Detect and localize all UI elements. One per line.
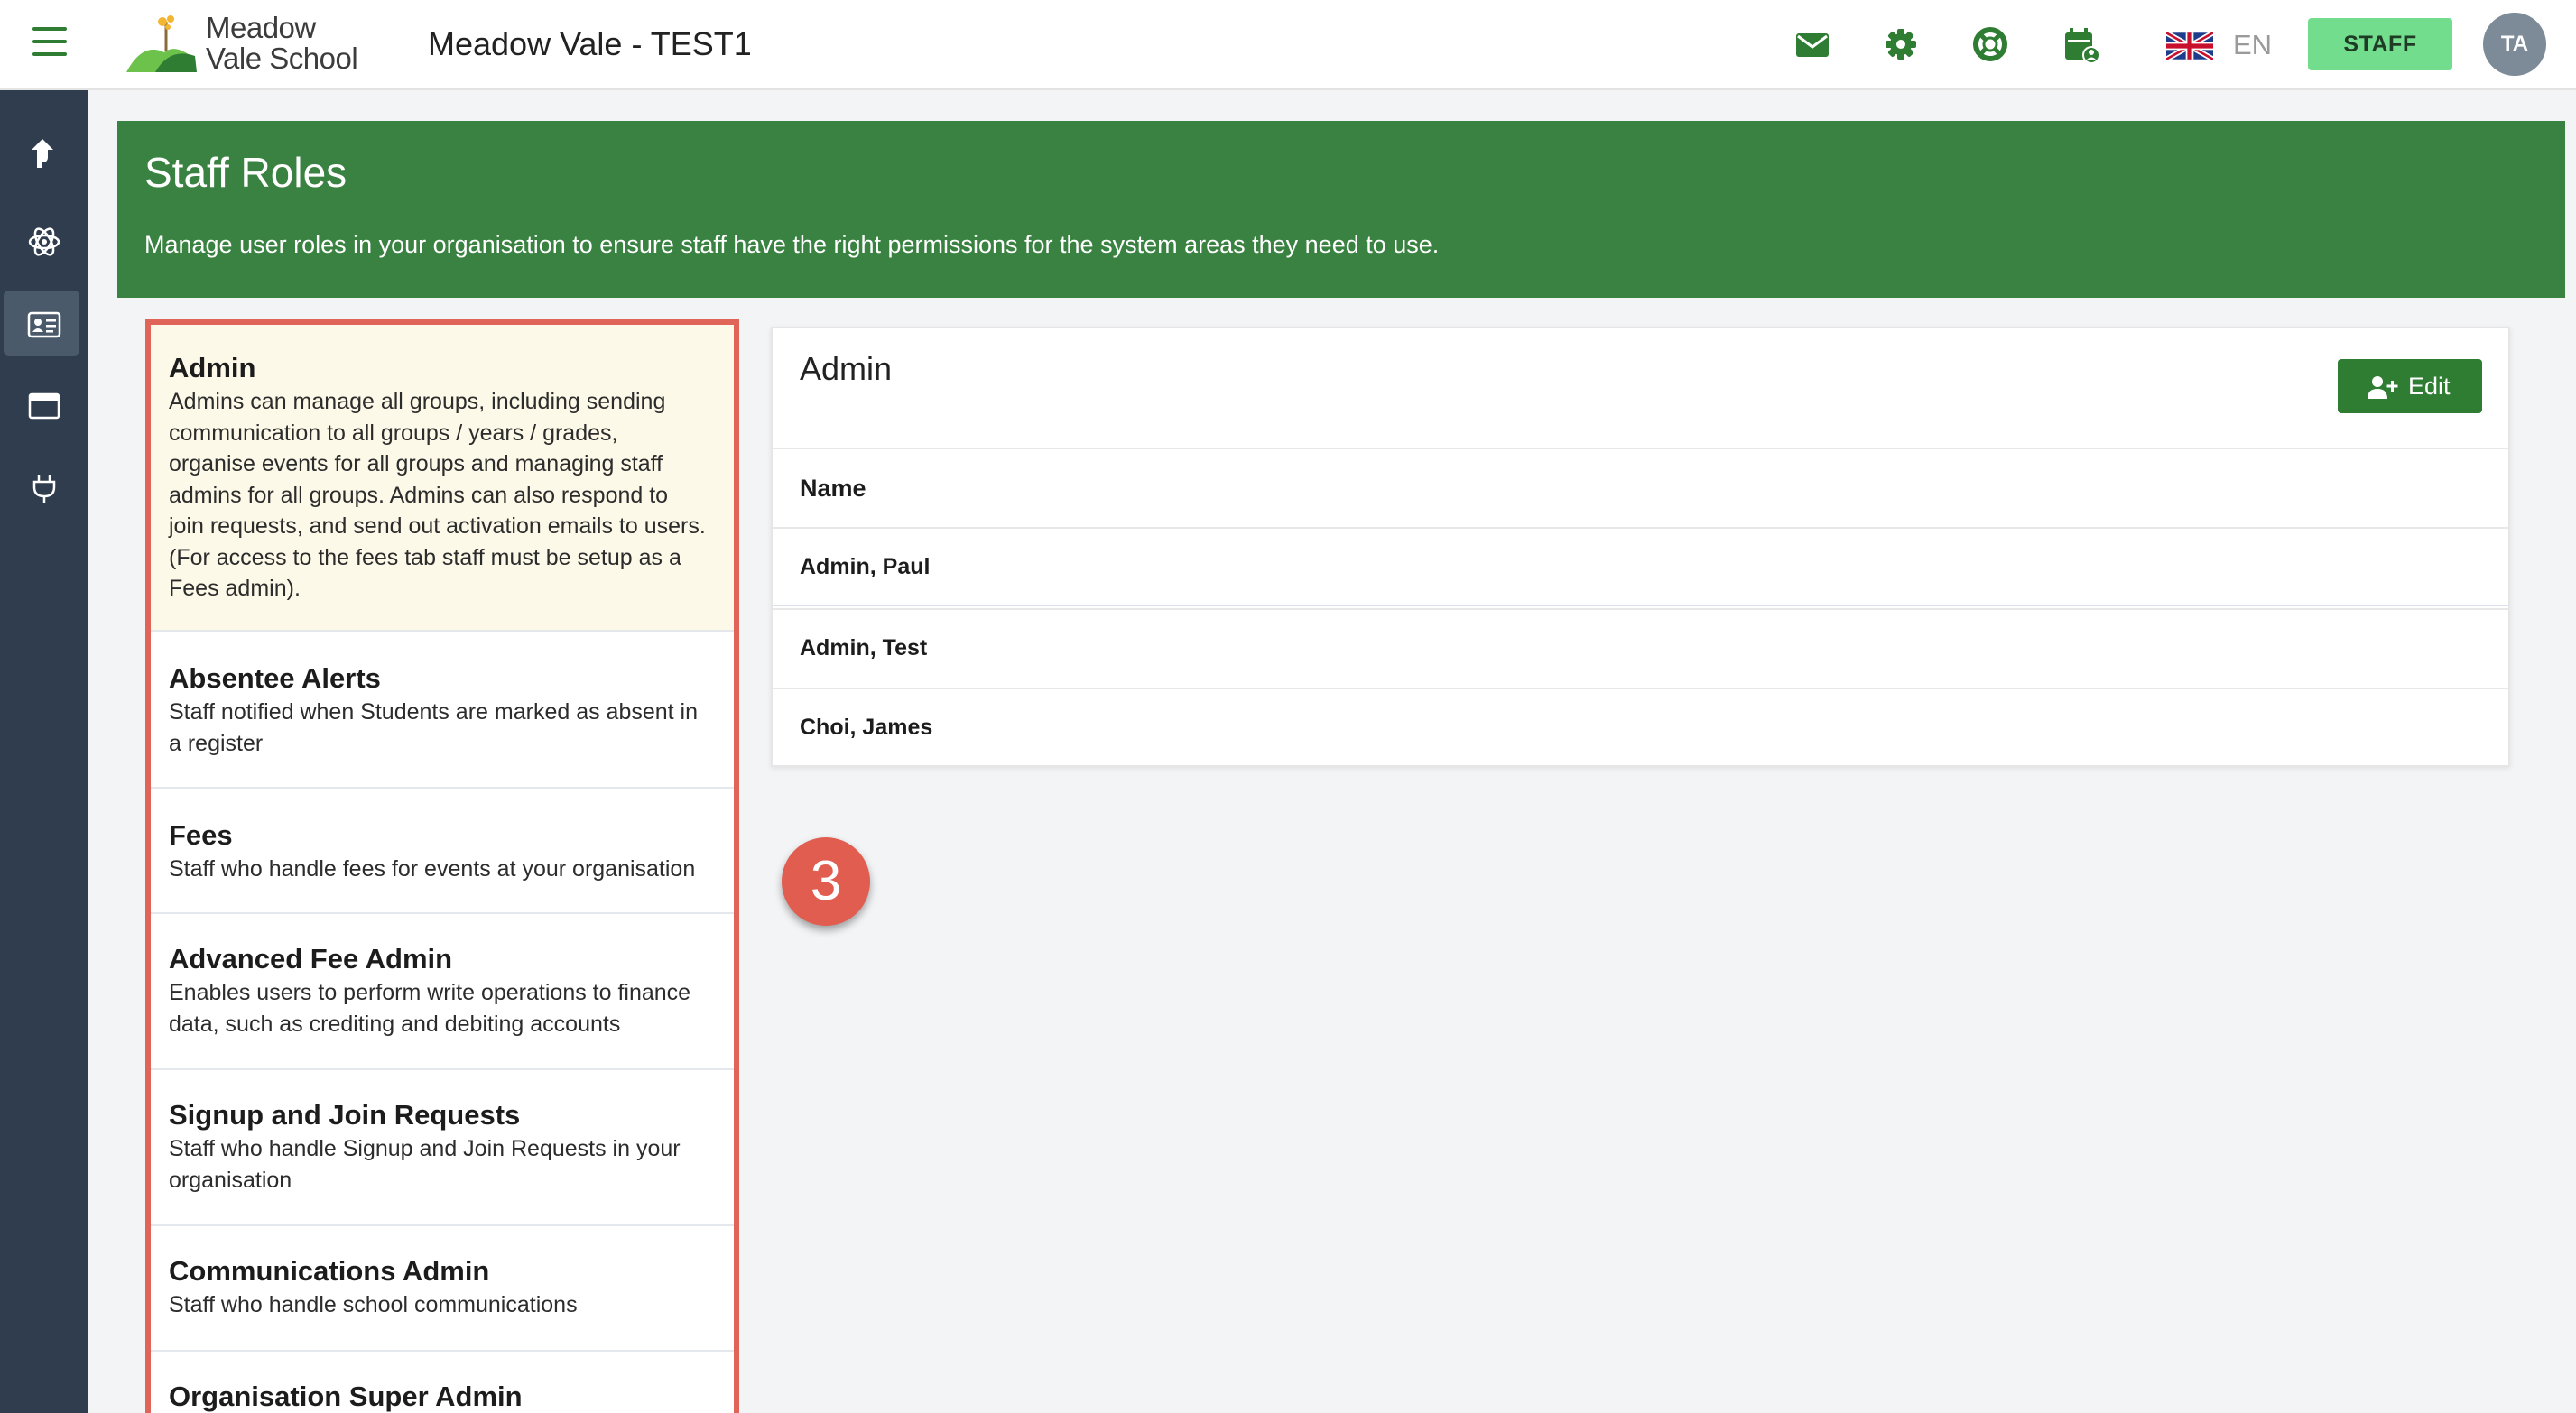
role-name: Advanced Fee Admin [169, 943, 453, 974]
role-name: Admin [169, 352, 256, 383]
role-item-signup-join-requests[interactable]: Signup and Join Requests Staff who handl… [151, 1070, 734, 1226]
nav-plugins-item[interactable] [0, 455, 88, 520]
role-description: Staff notified when Students are marked … [169, 699, 699, 756]
role-name: Organisation Super Admin [169, 1381, 523, 1412]
role-description: Admins can manage all groups, including … [169, 389, 706, 601]
uk-flag-icon [2166, 32, 2213, 60]
staff-mode-button[interactable]: STAFF [2308, 18, 2452, 70]
role-detail-title: Admin [800, 350, 893, 387]
plug-icon [32, 475, 56, 503]
lifebuoy-icon[interactable] [1971, 25, 2009, 63]
role-item-absentee-alerts[interactable]: Absentee Alerts Staff notified when Stud… [151, 632, 734, 789]
role-description: Enables users to perform write operation… [169, 980, 691, 1037]
column-header-name: Name [800, 475, 866, 502]
roles-list-highlight: Admin Admins can manage all groups, incl… [145, 319, 739, 1413]
role-item-admin[interactable]: Admin Admins can manage all groups, incl… [151, 325, 734, 632]
table-row[interactable]: Choi, James [773, 688, 2508, 767]
role-detail-card: Admin Edit Name Admin, Paul Admin, Test … [771, 327, 2510, 767]
page-header: Staff Roles Manage user roles in your or… [117, 121, 2565, 298]
language-code: EN [2233, 29, 2273, 60]
table-row[interactable]: Admin, Paul [773, 527, 2508, 606]
role-name: Communications Admin [169, 1255, 490, 1287]
role-item-communications-admin[interactable]: Communications Admin Staff who handle sc… [151, 1226, 734, 1352]
edit-role-button[interactable]: Edit [2338, 359, 2482, 413]
page-description: Manage user roles in your organisation t… [144, 231, 1440, 258]
role-name: Fees [169, 819, 233, 851]
role-name: Absentee Alerts [169, 662, 381, 694]
role-item-fees[interactable]: Fees Staff who handle fees for events at… [151, 789, 734, 914]
user-avatar[interactable]: TA [2483, 13, 2546, 76]
window-icon [28, 392, 60, 420]
top-bar: Meadow Vale School Meadow Vale - TEST1 E… [0, 0, 2576, 90]
nav-integrations-item[interactable] [0, 208, 88, 272]
page-title: Staff Roles [144, 149, 347, 196]
table-row[interactable]: Admin, Test [773, 608, 2508, 688]
atom-icon [28, 227, 60, 256]
role-item-organisation-super-admin[interactable]: Organisation Super Admin [151, 1352, 734, 1413]
gear-icon[interactable] [1882, 25, 1920, 63]
logo-hills-icon [126, 15, 197, 72]
calendar-user-icon[interactable] [2062, 25, 2100, 64]
role-description: Staff who handle fees for events at your… [169, 856, 696, 882]
envelope-icon[interactable] [1793, 25, 1831, 63]
role-description: Staff who handle school communications [169, 1292, 578, 1317]
members-table-header: Name [773, 448, 2508, 527]
share-arrow-icon [32, 139, 53, 168]
id-card-icon [27, 311, 61, 338]
member-name: Admin, Paul [800, 554, 931, 579]
role-item-advanced-fee-admin[interactable]: Advanced Fee Admin Enables users to perf… [151, 914, 734, 1070]
hamburger-menu-icon[interactable] [32, 27, 67, 60]
nav-window-item[interactable] [0, 372, 88, 437]
step-number-badge: 3 [782, 837, 870, 926]
nav-staff-roles-item[interactable] [4, 291, 79, 356]
role-name: Signup and Join Requests [169, 1099, 521, 1131]
left-nav [0, 90, 88, 1413]
member-name: Admin, Test [800, 635, 928, 660]
school-title: Meadow Vale - TEST1 [428, 25, 752, 62]
edit-button-label: Edit [2408, 373, 2451, 400]
user-plus-icon [2368, 376, 2398, 399]
logo-text: Meadow Vale School [206, 11, 358, 75]
roles-list: Admin Admins can manage all groups, incl… [151, 325, 734, 1413]
nav-share-item[interactable] [0, 119, 88, 184]
school-logo[interactable]: Meadow Vale School [123, 11, 366, 79]
role-description: Staff who handle Signup and Join Request… [169, 1136, 681, 1193]
member-name: Choi, James [800, 715, 933, 740]
